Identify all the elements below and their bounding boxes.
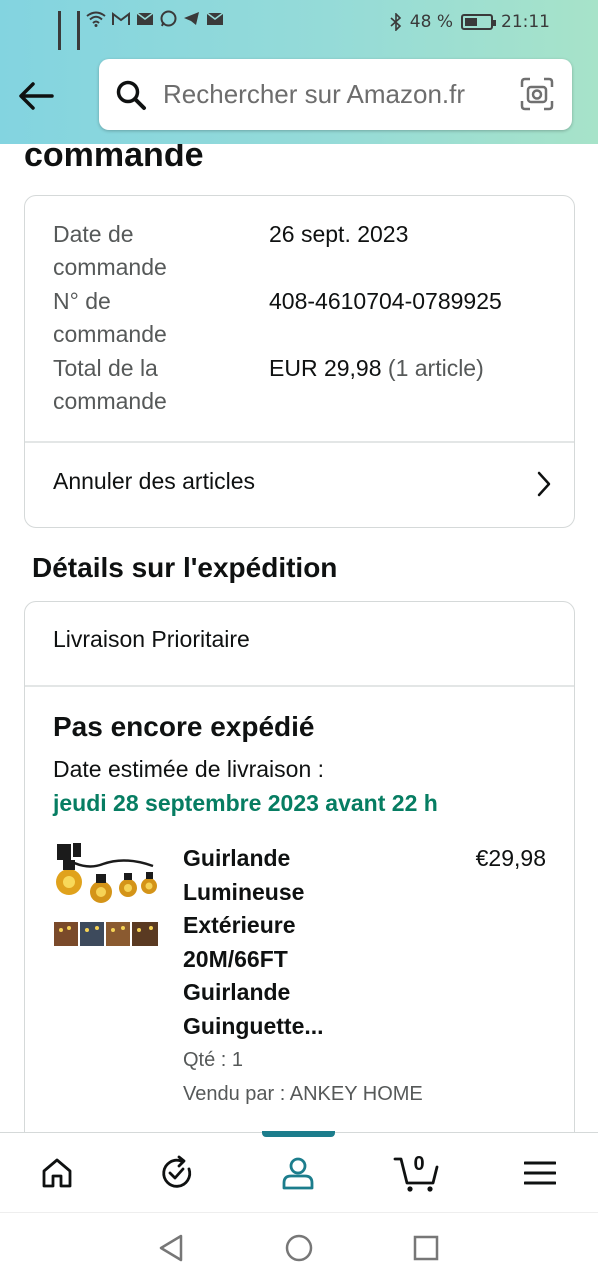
whatsapp-icon xyxy=(160,10,177,27)
back-arrow-icon xyxy=(19,82,54,110)
order-total-label: Total de la commande xyxy=(53,355,167,414)
chevron-right-icon xyxy=(537,471,551,497)
system-home-button[interactable] xyxy=(282,1231,316,1265)
order-number-value: 408-4610704-0789925 xyxy=(269,288,502,314)
orders-icon xyxy=(162,1155,192,1188)
order-number-label: N° de commande xyxy=(53,288,167,347)
order-date-label: Date de commande xyxy=(53,221,167,280)
back-button[interactable] xyxy=(14,74,58,118)
cancel-items-label: Annuler des articles xyxy=(53,468,255,494)
nav-home[interactable] xyxy=(17,1133,97,1213)
triangle-back-icon xyxy=(159,1234,183,1262)
nav-orders[interactable] xyxy=(137,1133,217,1213)
nav-account[interactable] xyxy=(258,1133,338,1213)
mail-icon xyxy=(206,11,224,25)
signal-icon xyxy=(58,10,61,50)
shipment-section-title: Détails sur l'expédition xyxy=(32,552,338,583)
bluetooth-icon xyxy=(390,13,401,31)
order-item-count: (1 article) xyxy=(387,355,484,381)
cart-count: 0 xyxy=(413,1153,425,1175)
shipment-status: Pas encore expédié xyxy=(53,711,315,742)
status-icons-right: 48 % 21:11 xyxy=(390,12,550,32)
camera-scan-icon[interactable] xyxy=(520,77,554,111)
search-icon xyxy=(116,80,146,110)
divider xyxy=(25,685,574,687)
battery-percent: 48 % xyxy=(409,12,453,32)
order-number-row: N° de commande 408-4610704-0789925 xyxy=(53,285,553,352)
square-recents-icon xyxy=(413,1235,439,1261)
eta-date: jeudi 28 septembre 2023 avant 22 h xyxy=(53,790,438,816)
cancel-items-button[interactable]: Annuler des articles xyxy=(25,443,574,527)
product-seller: Vendu par : ANKEY HOME xyxy=(183,1083,423,1105)
menu-icon xyxy=(524,1161,556,1185)
order-date-value: 26 sept. 2023 xyxy=(269,221,409,247)
nav-menu[interactable] xyxy=(500,1133,580,1213)
circle-home-icon xyxy=(285,1234,313,1262)
product-price: €29,98 xyxy=(475,845,546,871)
search-bar[interactable]: Rechercher sur Amazon.fr xyxy=(99,59,572,130)
system-back-button[interactable] xyxy=(154,1231,188,1265)
clock: 21:11 xyxy=(501,12,550,32)
system-navigation-bar xyxy=(0,1212,598,1280)
app-header: 48 % 21:11 Rechercher sur Amazon.fr xyxy=(0,0,598,144)
system-recents-button[interactable] xyxy=(409,1231,443,1265)
gmail-icon xyxy=(112,11,130,25)
order-details-content[interactable]: commande Date de commande 26 sept. 2023 … xyxy=(0,144,598,1132)
status-bar: 48 % 21:11 xyxy=(0,0,598,50)
order-date-row: Date de commande 26 sept. 2023 xyxy=(53,218,553,285)
wifi-icon xyxy=(86,11,106,27)
product-quantity: Qté : 1 xyxy=(183,1049,244,1071)
order-total-value: EUR 29,98 (1 article) xyxy=(269,352,484,385)
eta-label: Date estimée de livraison : xyxy=(53,756,325,782)
nav-cart[interactable]: 0 xyxy=(377,1133,457,1213)
search-input[interactable]: Rechercher sur Amazon.fr xyxy=(163,79,465,110)
order-summary-card: Date de commande 26 sept. 2023 N° de com… xyxy=(24,195,575,528)
home-icon xyxy=(42,1158,72,1188)
telegram-icon xyxy=(184,12,199,25)
page-title: commande xyxy=(24,144,204,174)
battery-icon xyxy=(461,14,496,30)
account-icon xyxy=(282,1157,314,1190)
shipment-card: Livraison Prioritaire Pas encore expédié… xyxy=(24,601,575,1132)
product-image[interactable] xyxy=(53,842,159,948)
mail-icon xyxy=(136,11,154,25)
order-total-amount: EUR 29,98 xyxy=(269,355,382,381)
product-title-link[interactable]: Guirlande Lumineuse Extérieure 20M/66FT … xyxy=(183,842,383,1043)
signal-icon xyxy=(77,10,80,50)
status-icons-left xyxy=(58,10,224,50)
bottom-navigation: 0 xyxy=(0,1131,598,1213)
shipping-method: Livraison Prioritaire xyxy=(53,626,250,652)
order-total-row: Total de la commande EUR 29,98 (1 articl… xyxy=(53,352,553,419)
